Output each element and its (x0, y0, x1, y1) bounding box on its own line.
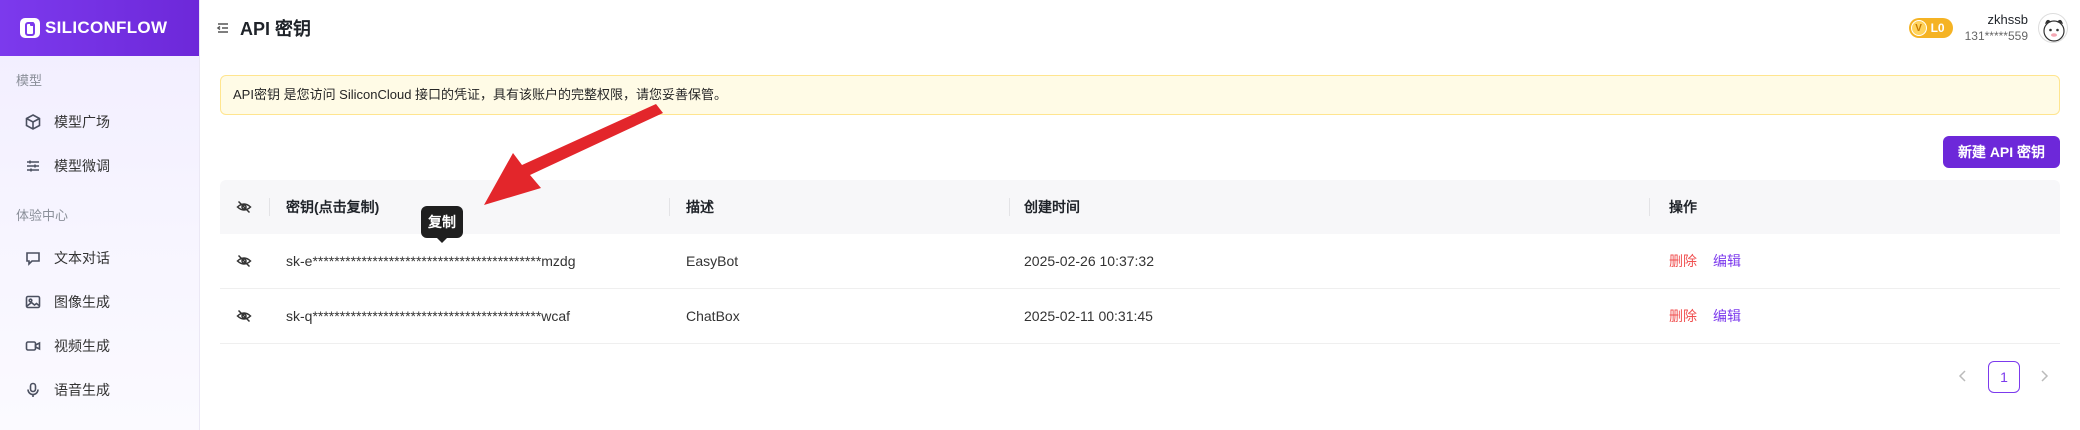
sidebar-item-label: 视频生成 (54, 338, 110, 354)
sidebar-item-label: 图像生成 (54, 294, 110, 310)
table-row: sk-e************************************… (220, 234, 2060, 289)
table-header: 密钥(点击复制) 描述 创建时间 操作 (220, 180, 2060, 234)
page-title: API 密钥 (240, 19, 312, 39)
api-key-notice: API密钥 是您访问 SiliconCloud 接口的凭证，具有该账户的完整权限… (220, 75, 2060, 115)
column-header-actions: 操作 (1669, 199, 1697, 215)
image-icon (25, 295, 41, 309)
api-key-table: 密钥(点击复制) 描述 创建时间 操作 sk-e****************… (220, 180, 2060, 344)
api-key-value[interactable]: sk-e************************************… (286, 234, 576, 288)
api-key-value[interactable]: sk-q************************************… (286, 289, 570, 343)
sidebar-item-model-square[interactable]: 模型广场 (24, 110, 110, 134)
level-badge[interactable]: V L0 (1908, 18, 1953, 38)
edit-key-link[interactable]: 编辑 (1713, 306, 1741, 326)
key-description: ChatBox (686, 308, 740, 324)
cube-icon (25, 114, 41, 130)
user-area: V L0 zkhssb 131*****559 (1908, 0, 2080, 56)
siliconflow-logo-icon (20, 18, 40, 38)
chat-bubble-icon (26, 252, 40, 266)
sidebar-item-label: 模型微调 (54, 158, 110, 174)
sidebar-item-label: 文本对话 (54, 250, 110, 266)
column-header-created: 创建时间 (1024, 199, 1080, 215)
video-camera-icon (25, 341, 41, 351)
sidebar-item-voice-gen[interactable]: 语音生成 (24, 378, 110, 402)
brand-name: SILICONFLOW (45, 18, 168, 37)
key-created-time: 2025-02-26 10:37:32 (1024, 253, 1154, 269)
avatar-face-icon (2043, 19, 2065, 42)
sidebar: SILICONFLOW 模型 模型广场 模型微调 体验中心 文本对话 图像生成 … (0, 0, 200, 430)
sidebar-item-image-gen[interactable]: 图像生成 (24, 290, 110, 314)
edit-key-link[interactable]: 编辑 (1713, 251, 1741, 271)
top-header: API 密钥 V L0 zkhssb 131*****559 (200, 0, 2080, 56)
column-header-description: 描述 (686, 199, 714, 215)
delete-key-link[interactable]: 删除 (1669, 306, 1697, 326)
toggle-visibility-icon[interactable] (236, 289, 252, 343)
key-created-time: 2025-02-11 00:31:45 (1024, 308, 1153, 324)
user-info[interactable]: zkhssb 131*****559 (1965, 12, 2028, 44)
microphone-icon (27, 382, 39, 397)
vip-icon: V (1910, 20, 1927, 36)
sidebar-item-model-finetune[interactable]: 模型微调 (24, 154, 110, 178)
sidebar-item-label: 模型广场 (54, 114, 110, 130)
table-row: sk-q************************************… (220, 289, 2060, 344)
sidebar-item-video-gen[interactable]: 视频生成 (24, 334, 110, 358)
next-page-icon[interactable] (2036, 368, 2052, 384)
delete-key-link[interactable]: 删除 (1669, 251, 1697, 271)
sliders-icon (27, 160, 39, 172)
logo[interactable]: SILICONFLOW (0, 0, 199, 56)
copy-tooltip: 复制 (421, 206, 463, 243)
pagination-current-page[interactable]: 1 (1988, 361, 2020, 393)
avatar[interactable] (2038, 13, 2068, 43)
new-api-key-button[interactable]: 新建 API 密钥 (1943, 136, 2060, 168)
username: zkhssb (1987, 12, 2028, 27)
sidebar-item-label: 语音生成 (54, 382, 110, 398)
previous-page-icon[interactable] (1955, 368, 1971, 384)
sidebar-item-text-chat[interactable]: 文本对话 (24, 246, 110, 270)
level-label: L0 (1930, 21, 1945, 35)
toggle-visibility-all-icon[interactable] (236, 180, 252, 234)
key-description: EasyBot (686, 253, 739, 269)
sidebar-section-models: 模型 (16, 73, 43, 88)
toggle-visibility-icon[interactable] (236, 234, 252, 288)
sidebar-section-experience: 体验中心 (16, 208, 69, 223)
user-phone: 131*****559 (1964, 29, 2028, 43)
collapse-sidebar-icon[interactable] (216, 21, 230, 35)
column-header-key: 密钥(点击复制) (286, 199, 380, 215)
